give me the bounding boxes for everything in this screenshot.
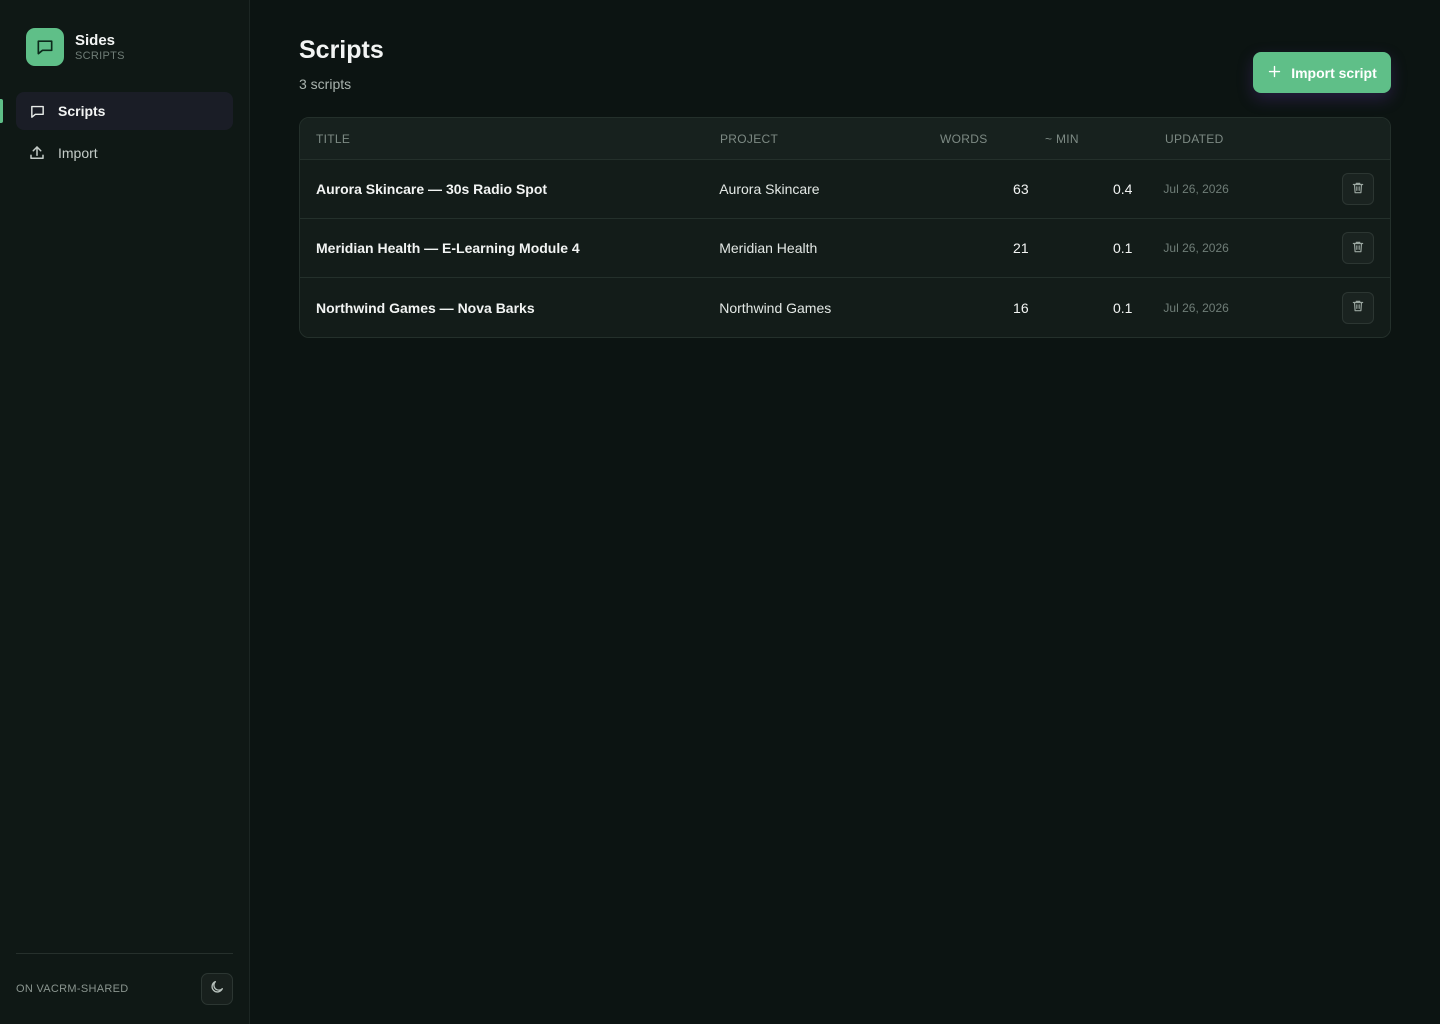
script-updated: Jul 26, 2026 bbox=[1163, 182, 1229, 196]
column-header-words[interactable]: WORDS bbox=[930, 132, 1030, 146]
script-title[interactable]: Aurora Skincare — 30s Radio Spot bbox=[300, 181, 719, 197]
chat-bubble-icon bbox=[28, 102, 46, 120]
page-title: Scripts bbox=[299, 36, 384, 64]
script-updated: Jul 26, 2026 bbox=[1163, 300, 1229, 315]
trash-icon bbox=[1351, 181, 1365, 198]
script-project: Meridian Health bbox=[719, 240, 818, 256]
table-row[interactable]: Aurora Skincare — 30s Radio Spot Aurora … bbox=[300, 160, 1390, 219]
column-header-title[interactable]: TITLE bbox=[300, 132, 720, 146]
app: Sides SCRIPTS Scripts Import ON VACRM-SH… bbox=[0, 0, 1440, 1024]
column-header-updated[interactable]: UPDATED bbox=[1134, 132, 1312, 146]
delete-button[interactable] bbox=[1342, 173, 1375, 205]
main-content: Scripts 3 scripts Import script TITLE PR… bbox=[250, 0, 1440, 1024]
moon-icon bbox=[209, 979, 225, 1000]
script-title[interactable]: Northwind Games — Nova Barks bbox=[300, 300, 719, 316]
script-count: 3 scripts bbox=[299, 76, 352, 92]
sidebar-item-import[interactable]: Import bbox=[16, 134, 233, 172]
script-words: 16 bbox=[1013, 299, 1029, 316]
theme-toggle-button[interactable] bbox=[201, 973, 233, 1005]
sidebar-item-label: Import bbox=[58, 145, 98, 161]
column-header-project[interactable]: PROJECT bbox=[720, 132, 930, 146]
sidebar-item-label: Scripts bbox=[58, 103, 106, 119]
script-words: 63 bbox=[1013, 181, 1029, 197]
sidebar-item-scripts[interactable]: Scripts bbox=[0, 92, 233, 130]
sidebar: Sides SCRIPTS Scripts Import ON VACRM-SH… bbox=[0, 0, 250, 1024]
script-title[interactable]: Meridian Health — E-Learning Module 4 bbox=[300, 240, 719, 256]
sidebar-footer: ON VACRM-SHARED bbox=[16, 953, 233, 1024]
trash-icon bbox=[1351, 299, 1365, 316]
scripts-table: TITLE PROJECT WORDS ~ MIN UPDATED Aurora… bbox=[299, 117, 1391, 338]
brand-name: Sides bbox=[75, 31, 116, 49]
script-minutes: 0.4 bbox=[1112, 181, 1133, 197]
chat-bubble-icon bbox=[26, 28, 64, 66]
script-words: 21 bbox=[1013, 240, 1029, 256]
import-script-label: Import script bbox=[1291, 64, 1377, 81]
workspace-label: ON VACRM-SHARED bbox=[16, 983, 129, 995]
delete-button[interactable] bbox=[1342, 232, 1375, 264]
brand: Sides SCRIPTS bbox=[26, 28, 125, 66]
table-row[interactable]: Meridian Health — E-Learning Module 4 Me… bbox=[300, 219, 1390, 278]
sidebar-nav: Scripts Import bbox=[0, 92, 233, 176]
plus-icon bbox=[1267, 64, 1282, 82]
import-script-button[interactable]: Import script bbox=[1253, 52, 1391, 93]
upload-icon bbox=[28, 144, 46, 162]
trash-icon bbox=[1351, 240, 1365, 257]
brand-subtitle: SCRIPTS bbox=[75, 49, 125, 62]
script-minutes: 0.1 bbox=[1112, 240, 1133, 256]
script-project: Aurora Skincare bbox=[719, 181, 820, 197]
delete-button[interactable] bbox=[1342, 291, 1375, 324]
script-updated: Jul 26, 2026 bbox=[1163, 241, 1229, 255]
column-header-min[interactable]: ~ MIN bbox=[1030, 132, 1134, 146]
script-minutes: 0.1 bbox=[1112, 299, 1133, 316]
table-header: TITLE PROJECT WORDS ~ MIN UPDATED bbox=[300, 118, 1390, 160]
table-row[interactable]: Northwind Games — Nova Barks Northwind G… bbox=[300, 278, 1390, 337]
script-project: Northwind Games bbox=[719, 299, 832, 316]
